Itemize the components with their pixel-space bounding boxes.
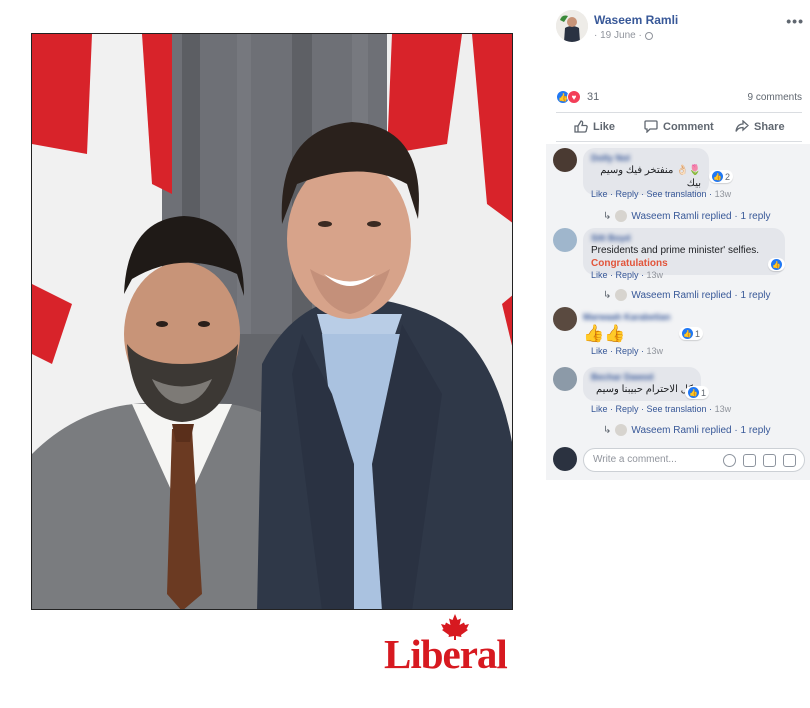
- photo-image: [32, 34, 512, 609]
- thumbs-up-icon: [574, 120, 588, 133]
- comment-time[interactable]: 13w: [647, 270, 664, 280]
- view-replies-link[interactable]: ↳ Waseem Ramli replied · 1 reply: [603, 210, 771, 222]
- comment-action-links[interactable]: Like · Reply · See translation · 13w: [591, 404, 731, 414]
- comment-reactions[interactable]: 👍 2: [709, 170, 734, 183]
- commenter-avatar[interactable]: [553, 307, 577, 331]
- comment-time[interactable]: 13w: [715, 189, 732, 199]
- post-photo[interactable]: [31, 33, 513, 610]
- gif-icon[interactable]: [763, 454, 776, 467]
- liberal-wordmark: Liberal: [384, 631, 508, 677]
- commenter-avatar[interactable]: [553, 148, 577, 172]
- comment-links[interactable]: Like · Reply ·: [591, 270, 647, 280]
- comment-label: Comment: [663, 120, 714, 133]
- reactions-summary: 👍 ♥ 31 9 comments: [556, 90, 802, 106]
- reply-summary: Waseem Ramli replied · 1 reply: [631, 210, 771, 222]
- reaction-count[interactable]: 31: [587, 91, 599, 103]
- post-date: 19 June: [600, 30, 636, 41]
- reply-arrow-icon: ↳: [603, 210, 612, 222]
- comment-time[interactable]: 13w: [647, 346, 664, 356]
- composer-icons: [723, 454, 796, 467]
- share-button[interactable]: Share: [735, 120, 785, 133]
- comment-action-links[interactable]: Like · Reply · 13w: [591, 346, 663, 356]
- comments-count-link[interactable]: 9 comments: [748, 92, 802, 103]
- camera-icon[interactable]: [743, 454, 756, 467]
- comment-links[interactable]: Like · Reply · See translation ·: [591, 189, 715, 199]
- comment-bubble: Dolly Nol 🌷👌🏻 منفتخر فيك وسيم بيك: [583, 148, 709, 195]
- comment-reactions[interactable]: 👍 1: [685, 386, 710, 399]
- comment-bubble: Marwaah Karabetian 👍👍: [583, 307, 695, 349]
- like-reaction-icon: 👍: [688, 387, 699, 398]
- more-dots-icon[interactable]: •••: [786, 13, 804, 29]
- current-user-avatar: [553, 447, 577, 471]
- comment-bubble: Sitt Boyd Presidents and prime minister'…: [583, 228, 785, 275]
- reply-arrow-icon: ↳: [603, 424, 612, 436]
- divider: [556, 112, 802, 113]
- commenter-name[interactable]: Sitt Boyd: [591, 232, 777, 244]
- like-reaction-icon: 👍: [712, 171, 723, 182]
- commenter-avatar[interactable]: [553, 367, 577, 391]
- comment-reaction-count: 1: [695, 328, 701, 339]
- author-avatar-image: [556, 10, 588, 42]
- reaction-icons[interactable]: 👍 ♥: [556, 90, 581, 104]
- post-side-panel: Waseem Ramli · 19 June · ••• 👍 ♥ 31 9 co…: [546, 0, 810, 480]
- commenter-avatar[interactable]: [553, 228, 577, 252]
- comment-links[interactable]: Like · Reply · See translation ·: [591, 404, 715, 414]
- post-meta: · 19 June ·: [594, 30, 653, 41]
- comment-text: 👍👍: [583, 324, 626, 343]
- share-label: Share: [754, 120, 785, 133]
- comment-reactions[interactable]: 👍: [768, 258, 785, 271]
- commenter-name[interactable]: Bechar Dawod: [591, 371, 693, 383]
- author-avatar[interactable]: [556, 10, 588, 42]
- reply-summary: Waseem Ramli replied · 1 reply: [631, 424, 771, 436]
- comment-highlight-text: Congratulations: [591, 258, 668, 269]
- comment-bubble: Bechar Dawod كل الاحترام حبيبنا وسيم: [583, 367, 701, 401]
- reply-avatar: [615, 289, 628, 301]
- post-header: Waseem Ramli · 19 June · •••: [556, 10, 806, 44]
- comment-action-links[interactable]: Like · Reply · 13w: [591, 270, 663, 280]
- like-button[interactable]: Like: [574, 120, 615, 133]
- share-arrow-icon: [735, 120, 749, 132]
- sticker-icon[interactable]: [783, 454, 796, 467]
- post-date-link[interactable]: · 19 June ·: [594, 30, 642, 41]
- globe-icon: [644, 31, 653, 40]
- post-actions: Like Comment Share: [556, 118, 802, 138]
- commenter-name[interactable]: Dolly Nol: [591, 152, 701, 164]
- comment-text: كل الاحترام حبيبنا وسيم: [595, 384, 693, 395]
- view-replies-link[interactable]: ↳ Waseem Ramli replied · 1 reply: [603, 289, 771, 301]
- reply-arrow-icon: ↳: [603, 289, 612, 301]
- author-name-link[interactable]: Waseem Ramli: [594, 13, 678, 27]
- comments-list: Dolly Nol 🌷👌🏻 منفتخر فيك وسيم بيك 👍 2 Li…: [546, 144, 810, 480]
- commenter-name[interactable]: Marwaah Karabetian: [583, 311, 687, 323]
- comment-time[interactable]: 13w: [715, 404, 732, 414]
- liberal-logo: Liberal: [384, 614, 514, 677]
- comment-reactions[interactable]: 👍 1: [679, 327, 704, 340]
- comment-action-links[interactable]: Like · Reply · See translation · 13w: [591, 189, 731, 199]
- love-reaction-icon: ♥: [567, 90, 581, 104]
- comment-bubble-icon: [644, 120, 658, 133]
- comment-composer: Write a comment...: [553, 447, 805, 473]
- comment-links[interactable]: Like · Reply ·: [591, 346, 647, 356]
- like-label: Like: [593, 120, 616, 133]
- comment-text: Presidents and prime minister' selfies.: [591, 245, 760, 256]
- comment-input[interactable]: Write a comment...: [583, 448, 805, 472]
- divider: [556, 141, 802, 142]
- reply-avatar: [615, 210, 628, 222]
- view-replies-link[interactable]: ↳ Waseem Ramli replied · 1 reply: [603, 424, 771, 436]
- comment-input-placeholder: Write a comment...: [593, 454, 677, 465]
- like-reaction-icon: 👍: [682, 328, 693, 339]
- comment-button[interactable]: Comment: [644, 120, 714, 133]
- comment-text: 🌷👌🏻 منفتخر فيك وسيم بيك: [600, 165, 701, 189]
- emoji-icon[interactable]: [723, 454, 736, 467]
- reply-avatar: [615, 424, 628, 436]
- comment-reaction-count: 2: [725, 171, 731, 182]
- reply-summary: Waseem Ramli replied · 1 reply: [631, 289, 771, 301]
- like-reaction-icon: 👍: [771, 259, 782, 270]
- comment-reaction-count: 1: [701, 387, 707, 398]
